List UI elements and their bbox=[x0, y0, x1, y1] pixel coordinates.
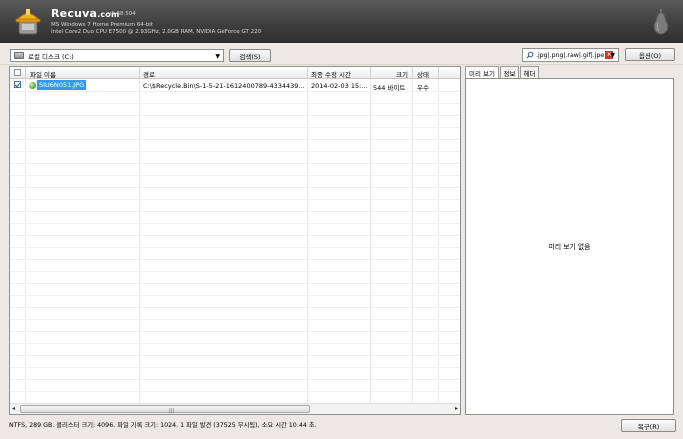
no-preview-text: 미리 보기 없음 bbox=[548, 243, 591, 251]
file-path-cell: C:\$Recycle.Bin\S-1-5-21-1612400789-4334… bbox=[143, 82, 305, 90]
scrollbar-thumb[interactable]: ||| bbox=[20, 405, 310, 414]
select-all-checkbox[interactable] bbox=[14, 69, 21, 76]
file-state-cell: 우수 bbox=[417, 84, 429, 92]
pear-icon bbox=[653, 9, 669, 35]
tab-header[interactable]: 헤더 bbox=[520, 66, 539, 78]
hardware-info: Intel Core2 Duo CPU E7500 @ 2.93GHz, 2.0… bbox=[51, 29, 262, 35]
dropdown-arrow-icon[interactable]: ▼ bbox=[215, 53, 220, 60]
file-modified-cell: 2014-02-03 15:... bbox=[311, 82, 368, 90]
column-size[interactable]: 크기 bbox=[396, 69, 408, 79]
options-button[interactable]: 옵션(O) bbox=[625, 48, 675, 61]
preview-pane: 미리 보기 없음 bbox=[465, 78, 674, 415]
column-header-row: 파일 이름 경로 최종 수정 시간 크기 상태 bbox=[10, 67, 460, 79]
os-info: MS Windows 7 Home Premium 64-bit bbox=[51, 22, 153, 28]
drive-select[interactable]: 로컬 디스크 (C:) ▼ bbox=[10, 49, 224, 62]
file-size-cell: 544 바이트 bbox=[373, 84, 406, 92]
column-filename[interactable]: 파일 이름 bbox=[30, 69, 56, 79]
column-path[interactable]: 경로 bbox=[143, 69, 155, 79]
drive-select-value: 로컬 디스크 (C:) bbox=[28, 52, 74, 61]
column-state[interactable]: 상태 bbox=[417, 69, 429, 79]
status-text: NTFS, 289 GB. 클러스터 크기: 4096. 파일 기록 크기: 1… bbox=[9, 422, 317, 429]
recuva-logo-icon bbox=[15, 9, 41, 35]
horizontal-scrollbar[interactable]: ◂ ||| ▸ bbox=[10, 403, 460, 414]
dropdown-arrow-icon[interactable]: ▼ bbox=[610, 52, 615, 59]
drive-icon bbox=[14, 52, 24, 59]
app-header: Recuva.com v1.38.504 MS Windows 7 Home P… bbox=[0, 0, 683, 43]
recover-button[interactable]: 복구(R) bbox=[621, 419, 676, 432]
version-label: v1.38.504 bbox=[108, 11, 136, 17]
scroll-right-icon[interactable]: ▸ bbox=[455, 405, 458, 412]
search-filter-icon bbox=[526, 51, 534, 59]
file-filter-value: .jpg|.png|.raw|.gif|.jpe bbox=[536, 51, 605, 59]
file-name-cell[interactable]: SIU6N051.JPG bbox=[37, 80, 87, 90]
row-checkbox[interactable] bbox=[14, 81, 21, 88]
status-good-icon bbox=[29, 82, 36, 89]
search-button[interactable]: 검색(S) bbox=[229, 49, 271, 62]
scroll-left-icon[interactable]: ◂ bbox=[12, 405, 15, 412]
file-filter-select[interactable]: .jpg|.png|.raw|.gif|.jpe × ▼ bbox=[522, 48, 619, 62]
file-list[interactable]: 파일 이름 경로 최종 수정 시간 크기 상태 SIU6N051.JPG C:\… bbox=[9, 66, 461, 415]
column-modified[interactable]: 최종 수정 시간 bbox=[311, 69, 351, 79]
tab-info[interactable]: 정보 bbox=[500, 66, 519, 78]
